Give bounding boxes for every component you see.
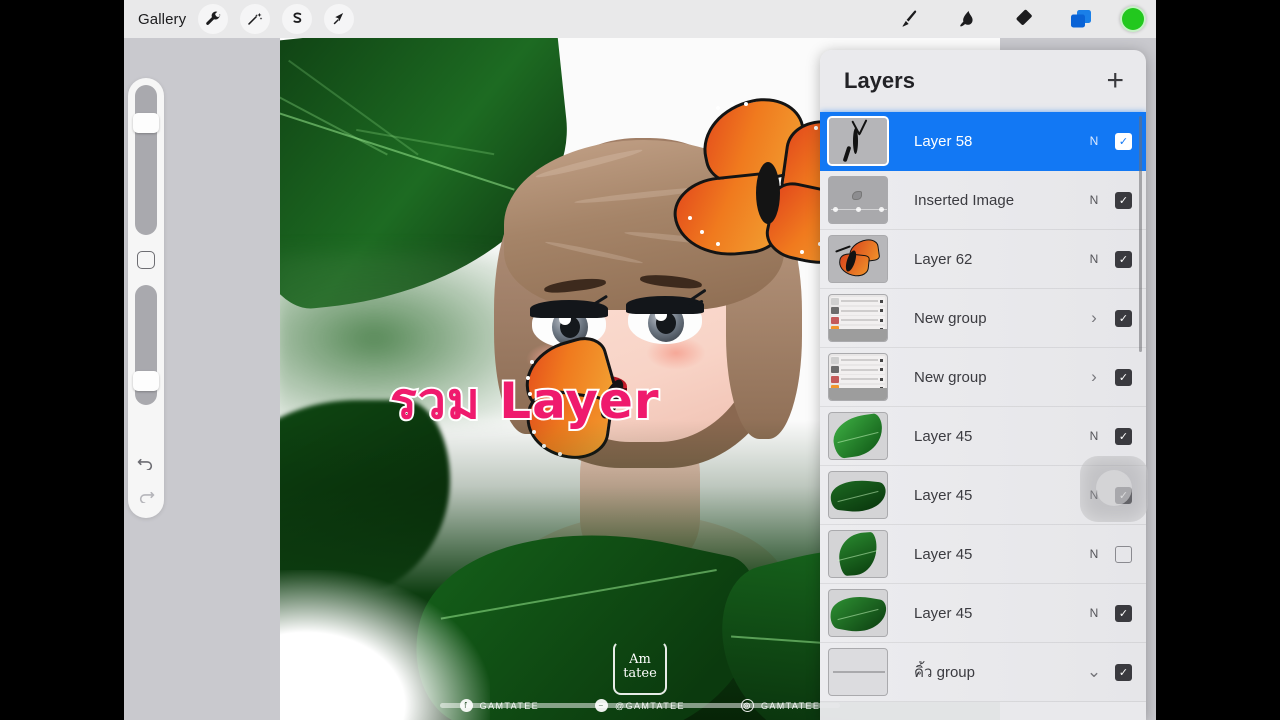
layer-thumbnail-inserted <box>829 177 887 223</box>
layer-row[interactable]: New group › ✓ <box>820 348 1146 407</box>
layers-scrollbar[interactable] <box>1139 116 1142 352</box>
layer-thumbnail-leaf <box>829 531 887 577</box>
layer-thumbnail[interactable] <box>828 471 888 519</box>
opacity-slider-handle[interactable] <box>133 371 159 391</box>
layer-thumbnail-sketch <box>829 118 887 164</box>
layers-panel-header: Layers + <box>820 50 1146 112</box>
layer-name-label: New group <box>914 309 987 327</box>
adjustments-wand-icon[interactable] <box>240 4 271 34</box>
actions-wrench-icon[interactable] <box>198 4 229 34</box>
top-toolbar-left-group: Gallery <box>124 4 355 34</box>
smudge-icon[interactable] <box>950 4 984 34</box>
layer-visibility-checkbox[interactable]: ✓ <box>1115 604 1132 622</box>
layer-thumbnail[interactable] <box>827 116 889 166</box>
layer-thumbnail-leaf <box>829 590 887 636</box>
layers-icon[interactable] <box>1066 4 1096 34</box>
layer-thumbnail-leaf <box>829 413 887 459</box>
layers-panel-title: Layers <box>844 68 915 93</box>
layer-thumbnail[interactable] <box>828 530 888 578</box>
layer-visibility-checkbox[interactable]: ✓ <box>1115 663 1132 681</box>
layer-thumbnail-butterfly <box>829 236 887 282</box>
layer-name-label: Layer 45 <box>914 545 973 563</box>
layer-row[interactable]: Layer 45 N ✓ <box>820 584 1146 643</box>
watermark-logo-line1: Am <box>629 652 651 667</box>
layer-thumbnail[interactable] <box>828 235 888 283</box>
redo-icon[interactable] <box>137 489 155 508</box>
selection-icon[interactable] <box>282 4 313 34</box>
add-layer-button[interactable]: + <box>1106 66 1124 96</box>
layer-row[interactable]: Layer 58 N ✓ <box>820 112 1146 171</box>
color-swatch-button[interactable] <box>1120 6 1146 32</box>
blend-mode-label[interactable]: N <box>1081 252 1107 266</box>
layer-name-label: Inserted Image <box>914 191 1015 209</box>
layer-name-label: Layer 45 <box>914 427 973 445</box>
layers-list[interactable]: Layer 58 N ✓ Inserted Image N ✓ Layer 62 N ✓ New … <box>820 112 1146 720</box>
canvas-horizontal-scrollbar[interactable] <box>440 703 840 708</box>
layer-name-label: New group <box>914 368 987 386</box>
layer-thumbnail[interactable] <box>828 412 888 460</box>
blend-mode-label[interactable]: N <box>1081 134 1107 148</box>
layer-thumbnail-group-stack <box>829 295 887 341</box>
transform-arrow-icon[interactable] <box>324 4 355 34</box>
layer-visibility-checkbox[interactable]: ✓ <box>1115 309 1132 327</box>
layer-thumbnail[interactable] <box>828 176 888 224</box>
undo-redo-group <box>137 456 155 518</box>
chevron-right-icon[interactable]: › <box>1081 308 1107 328</box>
left-sidebar <box>128 78 164 518</box>
watermark-logo-line2: tatee <box>623 666 657 681</box>
layer-row[interactable]: คิ้ว group ⌄ ✓ <box>820 643 1146 702</box>
touch-indicator <box>1080 456 1148 522</box>
watermark-logo: Am tatee <box>613 641 667 695</box>
brush-size-slider-handle[interactable] <box>133 113 159 133</box>
undo-icon[interactable] <box>137 456 155 475</box>
blend-mode-label[interactable]: N <box>1081 429 1107 443</box>
chevron-right-icon[interactable]: › <box>1081 367 1107 387</box>
brush-size-slider[interactable] <box>133 85 159 235</box>
eraser-icon[interactable] <box>1008 4 1042 34</box>
chevron-down-icon[interactable]: ⌄ <box>1081 662 1107 682</box>
canvas-overlay-text: รวม Layer <box>388 370 661 432</box>
top-toolbar: Gallery <box>124 0 1156 38</box>
layer-thumbnail[interactable] <box>828 648 888 696</box>
layer-name-label: Layer 58 <box>914 132 973 150</box>
layer-name-label: Layer 45 <box>914 486 973 504</box>
layer-name-label: Layer 62 <box>914 250 973 268</box>
layer-name-label: คิ้ว group <box>914 664 975 681</box>
layer-visibility-checkbox[interactable]: ✓ <box>1115 368 1132 386</box>
layer-thumbnail[interactable] <box>828 294 888 342</box>
layer-row[interactable]: New group › ✓ <box>820 289 1146 348</box>
layer-visibility-checkbox[interactable]: ✓ <box>1115 250 1132 268</box>
layers-panel: Layers + Layer 58 N ✓ Inserted Image N ✓ Layer… <box>820 50 1146 720</box>
layer-visibility-checkbox[interactable]: ✓ <box>1115 427 1132 445</box>
layer-row[interactable]: Layer 62 N ✓ <box>820 230 1146 289</box>
ipad-screen: Gallery รวม Layer Am tatee Layers + Laye… <box>124 0 1156 720</box>
layer-visibility-checkbox[interactable]: ✓ <box>1115 545 1132 563</box>
blend-mode-label[interactable]: N <box>1081 547 1107 561</box>
blend-mode-label[interactable]: N <box>1081 193 1107 207</box>
paint-brush-icon[interactable] <box>892 4 926 34</box>
layer-row[interactable]: Layer 45 N ✓ <box>820 525 1146 584</box>
layer-name-label: Layer 45 <box>914 604 973 622</box>
layer-thumbnail[interactable] <box>828 353 888 401</box>
opacity-slider[interactable] <box>133 285 159 405</box>
layer-row[interactable]: Inserted Image N ✓ <box>820 171 1146 230</box>
layer-thumbnail-group-stack <box>829 354 887 400</box>
layer-thumbnail[interactable] <box>828 589 888 637</box>
gallery-button[interactable]: Gallery <box>138 11 186 28</box>
screenshot-root: Gallery รวม Layer Am tatee Layers + Laye… <box>0 0 1280 720</box>
modify-button[interactable] <box>137 251 155 269</box>
layer-thumbnail-leaf <box>829 472 887 518</box>
layer-visibility-checkbox[interactable]: ✓ <box>1115 132 1132 150</box>
layer-visibility-checkbox[interactable]: ✓ <box>1115 191 1132 209</box>
blend-mode-label[interactable]: N <box>1081 606 1107 620</box>
top-toolbar-right-group <box>892 0 1146 38</box>
